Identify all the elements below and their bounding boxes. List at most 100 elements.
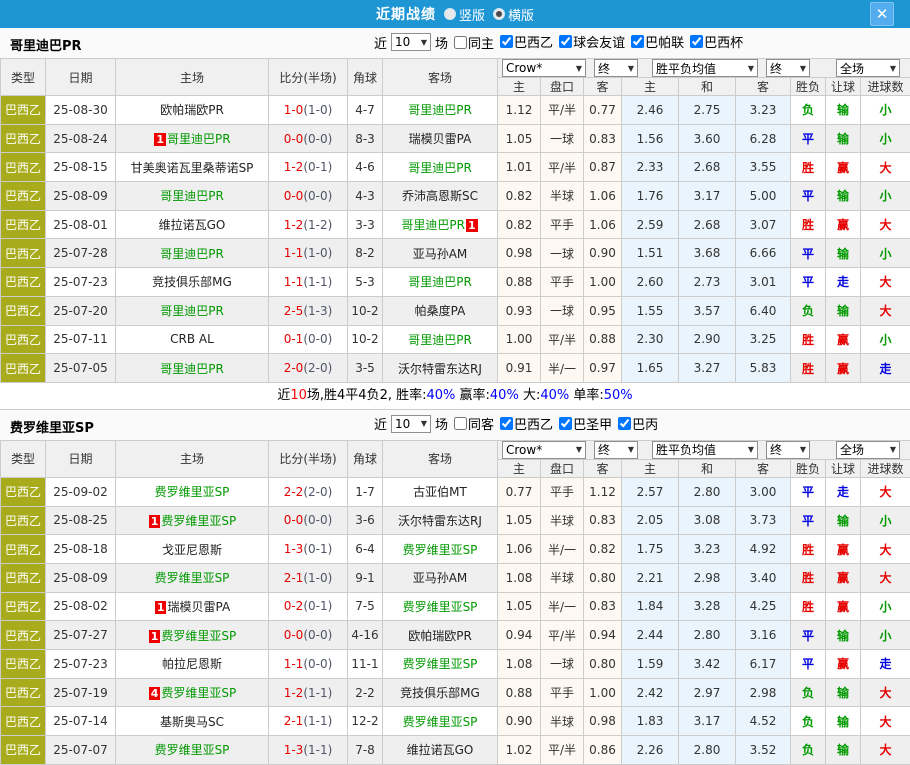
away-team-cell: 费罗维里亚SP — [383, 650, 498, 679]
home-team-name: 瑞模贝雷PA — [167, 600, 230, 614]
match-row: 巴西乙25-08-09哥里迪巴PR0-0(0-0)4-3乔沛高恩斯SC0.82半… — [1, 182, 910, 211]
europe-final-select[interactable]: 终 ▼ — [766, 441, 810, 459]
result-flag: 平 — [791, 268, 826, 297]
fulltime-score: 1-3 — [284, 542, 304, 556]
layout-radio-vertical[interactable]: 竖版 — [444, 5, 485, 24]
radio-icon-vertical[interactable] — [444, 8, 456, 20]
away-team-name: 竞技俱乐部MG — [400, 686, 480, 700]
home-team-cell: 哥里迪巴PR — [116, 354, 269, 383]
handicap-flag: 赢 — [826, 535, 861, 564]
euro-draw-odds: 2.98 — [679, 563, 736, 592]
close-button[interactable]: ✕ — [870, 2, 894, 26]
asian-home-odds: 0.88 — [498, 678, 541, 707]
league-type-cell: 巴西乙 — [1, 96, 46, 125]
league-checkbox[interactable]: 球会友谊 — [553, 32, 625, 51]
subcol-handicap-result: 让球 — [826, 78, 861, 96]
league-checkbox[interactable]: 巴西乙 — [494, 414, 553, 433]
away-team-name: 维拉诺瓦GO — [407, 743, 474, 757]
fulltime-score: 1-2 — [284, 218, 304, 232]
match-date: 25-07-11 — [46, 325, 116, 354]
asian-final-select[interactable]: 终 ▼ — [594, 59, 638, 77]
home-team-cell: 1费罗维里亚SP — [116, 506, 269, 535]
away-team-cell: 哥里迪巴PR — [383, 96, 498, 125]
scope-select[interactable]: 全场 ▼ — [836, 441, 900, 459]
corner-score: 1-7 — [348, 477, 383, 506]
corner-score: 8-2 — [348, 239, 383, 268]
league-checkbox-input[interactable] — [500, 35, 513, 48]
euro-away-odds: 3.16 — [736, 621, 791, 650]
league-type-cell: 巴西乙 — [1, 506, 46, 535]
league-checkbox-input[interactable] — [618, 417, 631, 430]
europe-final-select[interactable]: 终 ▼ — [766, 59, 810, 77]
home-team-name: 哥里迪巴PR — [160, 189, 224, 203]
match-date: 25-07-07 — [46, 736, 116, 765]
near-label: 近 — [374, 414, 387, 433]
asian-away-odds: 0.90 — [584, 239, 622, 268]
result-flag: 负 — [791, 707, 826, 736]
scope-select[interactable]: 全场 ▼ — [836, 59, 900, 77]
chevron-down-icon: ▼ — [576, 445, 582, 454]
league-checkbox[interactable]: 巴西乙 — [494, 32, 553, 51]
match-score: 1-2(0-1) — [269, 153, 348, 182]
league-checkbox-input[interactable] — [690, 35, 703, 48]
chevron-down-icon: ▼ — [576, 64, 582, 73]
handicap-flag: 赢 — [826, 563, 861, 592]
europe-avg-select[interactable]: 胜平负均值 ▼ — [652, 59, 758, 77]
euro-away-odds: 6.40 — [736, 296, 791, 325]
match-score: 1-3(0-1) — [269, 535, 348, 564]
euro-away-odds: 5.00 — [736, 182, 791, 211]
home-team-name: 哥里迪巴PR — [160, 247, 224, 261]
league-checkbox[interactable]: 巴西杯 — [684, 32, 743, 51]
handicap-flag: 赢 — [826, 210, 861, 239]
fulltime-score: 0-0 — [284, 132, 304, 146]
match-row: 巴西乙25-07-194费罗维里亚SP1-2(1-1)2-2竞技俱乐部MG0.8… — [1, 678, 910, 707]
home-team-cell: 欧帕瑞欧PR — [116, 96, 269, 125]
league-type-cell: 巴西乙 — [1, 563, 46, 592]
result-flag: 平 — [791, 506, 826, 535]
league-checkbox[interactable]: 巴帕联 — [625, 32, 684, 51]
layout-radio-horizontal[interactable]: 横版 — [493, 5, 534, 24]
league-checkbox-input[interactable] — [559, 35, 572, 48]
away-team-cell: 维拉诺瓦GO — [383, 736, 498, 765]
bookmaker-select[interactable]: Crow* ▼ — [502, 59, 586, 77]
titlebar: 近期战绩 竖版 横版 ✕ — [0, 0, 910, 28]
match-count-select[interactable]: 10 ▼ — [391, 415, 431, 433]
asian-home-odds: 0.88 — [498, 268, 541, 297]
league-checkbox-input[interactable] — [500, 417, 513, 430]
summary-row: 近10场,胜4平4负2, 胜率:40% 赢率:40% 大:40% 单率:50% — [0, 383, 910, 410]
home-team-name: 欧帕瑞欧PR — [160, 103, 224, 117]
match-count-select[interactable]: 10 ▼ — [391, 33, 431, 51]
match-row: 巴西乙25-07-05哥里迪巴PR2-0(2-0)3-5沃尔特雷东达RJ0.91… — [1, 354, 910, 383]
euro-home-odds: 1.76 — [622, 182, 679, 211]
league-checkbox[interactable]: 巴丙 — [612, 414, 658, 433]
bookmaker-select[interactable]: Crow* ▼ — [502, 441, 586, 459]
europe-avg-select[interactable]: 胜平负均值 ▼ — [652, 441, 758, 459]
league-checkbox[interactable]: 巴圣甲 — [553, 414, 612, 433]
euro-away-odds: 6.28 — [736, 124, 791, 153]
halftime-score: (0-0) — [303, 513, 332, 527]
same-venue-checkbox[interactable]: 同客 — [448, 414, 494, 433]
goals-flag: 大 — [861, 678, 910, 707]
halftime-score: (1-3) — [303, 304, 332, 318]
fulltime-score: 2-2 — [284, 485, 304, 499]
chevron-down-icon: ▼ — [890, 64, 896, 73]
same-venue-checkbox-input[interactable] — [454, 36, 467, 49]
asian-home-odds: 1.12 — [498, 96, 541, 125]
away-team-cell: 帕桑度PA — [383, 296, 498, 325]
col-home: 主场 — [116, 440, 269, 477]
asian-final-select[interactable]: 终 ▼ — [594, 441, 638, 459]
league-type-cell: 巴西乙 — [1, 477, 46, 506]
euro-draw-odds: 3.17 — [679, 707, 736, 736]
asian-home-odds: 1.02 — [498, 736, 541, 765]
match-date: 25-07-23 — [46, 650, 116, 679]
league-checkbox-input[interactable] — [559, 417, 572, 430]
chevron-down-icon: ▼ — [890, 445, 896, 454]
league-checkbox-input[interactable] — [631, 35, 644, 48]
same-venue-checkbox-input[interactable] — [454, 417, 467, 430]
match-score: 1-2(1-1) — [269, 678, 348, 707]
subcol-euro-draw: 和 — [679, 78, 736, 96]
league-type-cell: 巴西乙 — [1, 153, 46, 182]
same-venue-checkbox[interactable]: 同主 — [448, 33, 494, 52]
radio-icon-horizontal[interactable] — [493, 8, 505, 20]
asian-away-odds: 0.86 — [584, 736, 622, 765]
